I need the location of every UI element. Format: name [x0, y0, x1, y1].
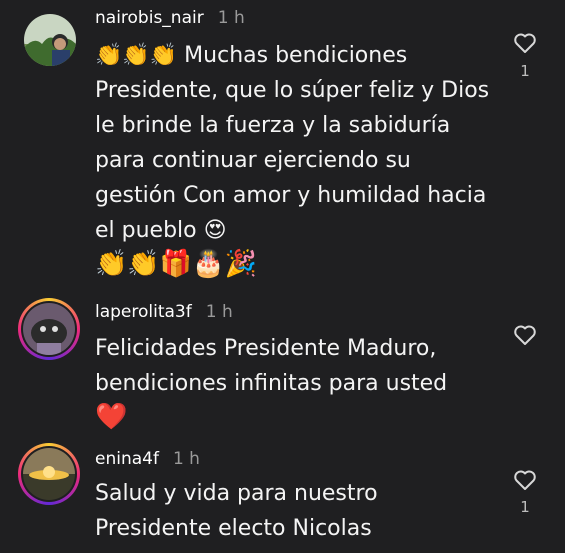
- timestamp: 1 h: [205, 302, 233, 322]
- heart-outline-icon[interactable]: [513, 469, 537, 491]
- comment-header: enina4f 1 h: [95, 449, 200, 469]
- avatar[interactable]: [24, 14, 76, 66]
- comment-body: 👏👏👏 Muchas bendiciones Presidente, que l…: [95, 43, 490, 243]
- comment-body: Salud y vida para nuestro Presidente ele…: [95, 481, 378, 541]
- like-count: 1: [520, 498, 530, 516]
- avatar[interactable]: [18, 443, 80, 505]
- emoji-line: ❤️: [95, 402, 128, 432]
- username[interactable]: laperolita3f: [95, 302, 192, 322]
- emoji-line: 👏👏🎁🎂🎉: [95, 249, 257, 279]
- comment-body: Felicidades Presidente Maduro, bendicion…: [95, 336, 448, 396]
- heart-outline-icon[interactable]: [513, 324, 537, 346]
- timestamp: 1 h: [172, 449, 200, 469]
- comment-text: Salud y vida para nuestro Presidente ele…: [95, 476, 495, 546]
- timestamp: 1 h: [217, 8, 245, 28]
- avatar[interactable]: [18, 298, 80, 360]
- username[interactable]: nairobis_nair: [95, 8, 204, 28]
- comment-header: nairobis_nair 1 h: [95, 8, 245, 28]
- comment-text: 👏👏👏 Muchas bendiciones Presidente, que l…: [95, 38, 495, 283]
- like-count: 1: [520, 62, 530, 80]
- comment-text: Felicidades Presidente Maduro, bendicion…: [95, 331, 495, 436]
- comment-header: laperolita3f 1 h: [95, 302, 233, 322]
- username[interactable]: enina4f: [95, 449, 159, 469]
- heart-outline-icon[interactable]: [513, 32, 537, 54]
